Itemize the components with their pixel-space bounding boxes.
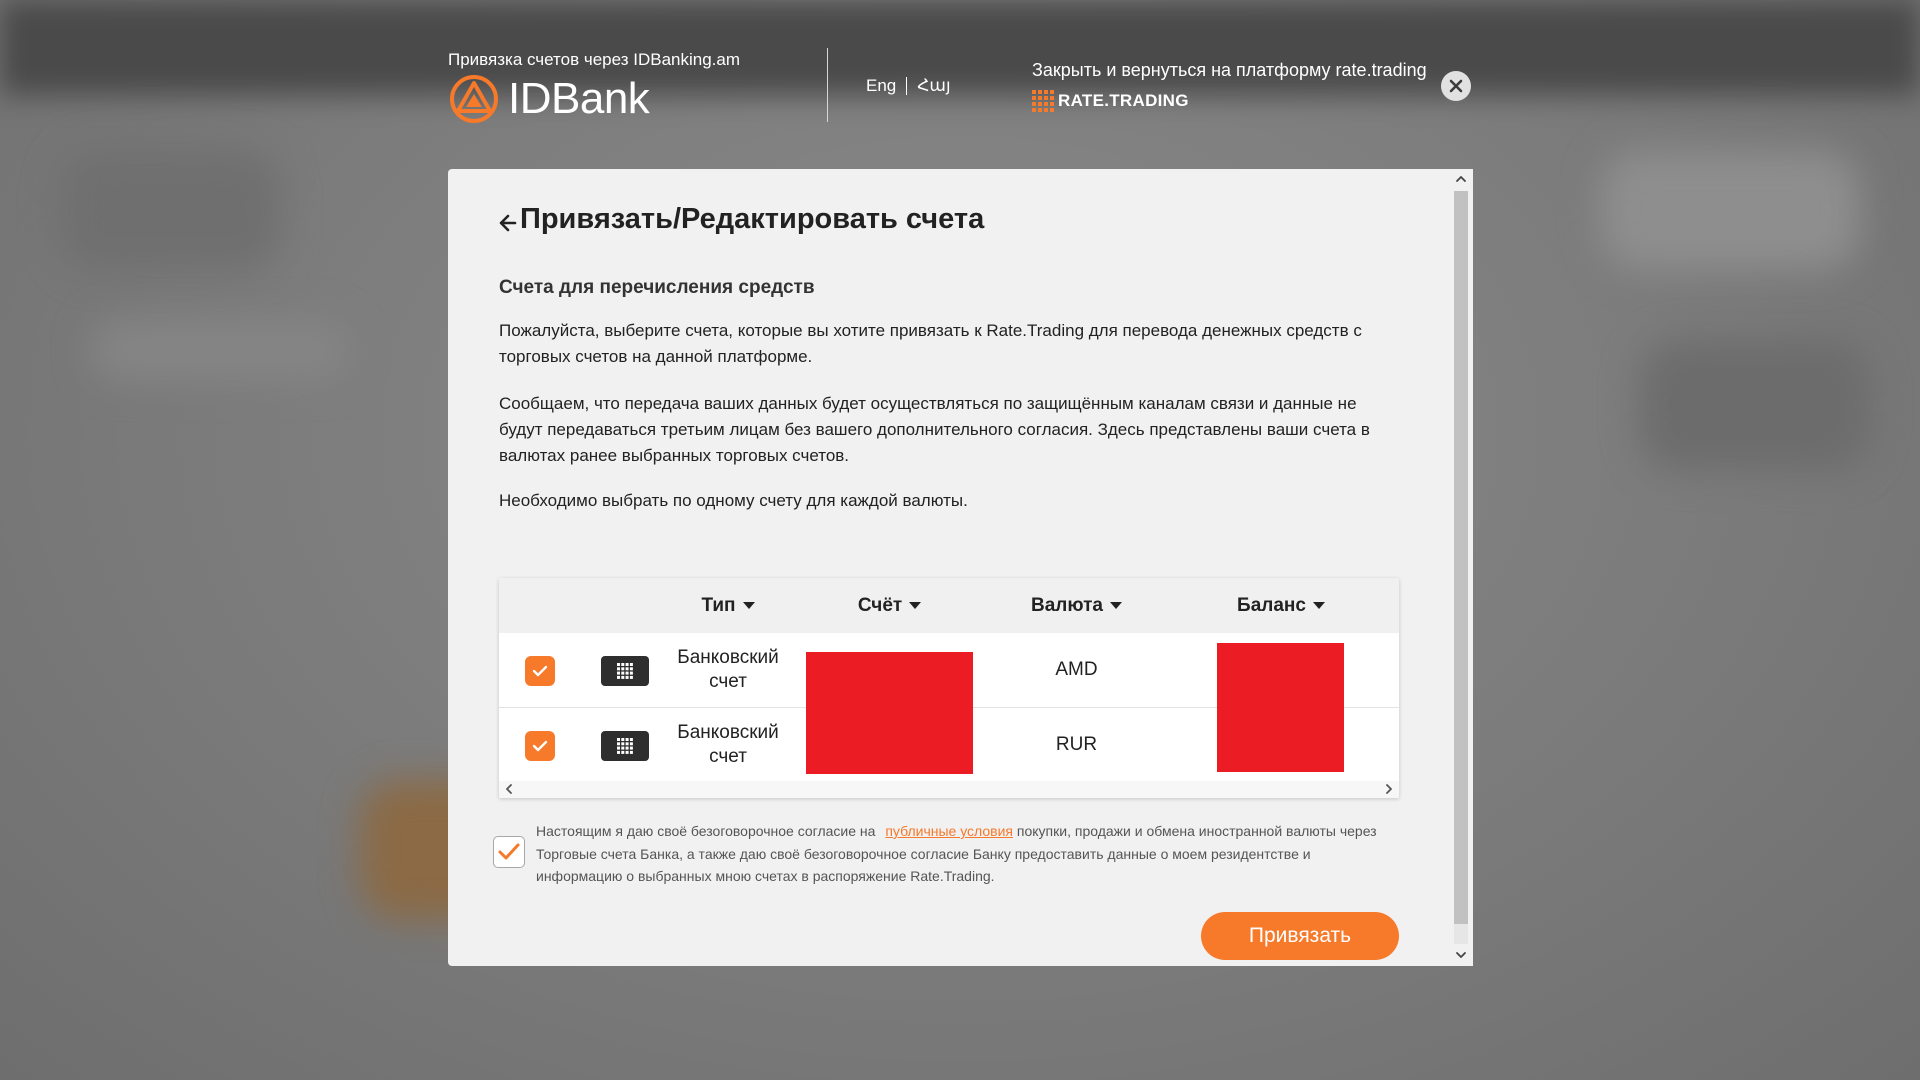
grid-dots-icon (617, 738, 633, 754)
idbank-logo: IDBank (448, 74, 650, 124)
close-icon (1449, 79, 1463, 93)
close-button[interactable] (1441, 71, 1471, 101)
scrollbar-thumb[interactable] (1454, 191, 1468, 924)
lang-option-hy[interactable]: Հայ (917, 76, 950, 96)
caret-down-icon (909, 602, 922, 609)
page-title: Привязать/Редактировать счета (520, 203, 985, 235)
header-divider (827, 48, 828, 122)
account-type: Банковский счет (677, 722, 779, 767)
column-header-account[interactable]: Счёт (806, 578, 973, 633)
caret-down-icon (1312, 602, 1325, 609)
modal-content: Привязать/Редактировать счета Счета для … (448, 169, 1449, 966)
modal-vertical-scrollbar[interactable] (1449, 169, 1473, 966)
rate-trading-dots-icon (1032, 90, 1054, 112)
caret-down-icon (1109, 602, 1122, 609)
column-header-label: Тип (701, 594, 736, 616)
checkmark-icon (498, 843, 520, 860)
column-header-label: Счёт (857, 594, 903, 616)
background-shape (60, 150, 280, 270)
bank-card-icon (601, 731, 649, 761)
accounts-table: Тип Счёт Валюта Баланс Банковский счет A… (499, 578, 1399, 798)
account-currency: AMD (1055, 659, 1098, 680)
checkmark-icon (532, 665, 548, 677)
lang-option-en[interactable]: Eng (866, 76, 896, 96)
section-title: Счета для перечисления средств (499, 277, 815, 298)
rate-trading-logo-text: RATE.TRADING (1058, 91, 1189, 110)
column-header-label: Валюта (1031, 594, 1103, 616)
column-header-label: Баланс (1237, 594, 1306, 616)
table-horizontal-scrollbar[interactable] (499, 781, 1399, 798)
caret-down-icon (742, 602, 755, 609)
public-terms-link[interactable]: публичные условия (885, 823, 1013, 839)
redacted-balances (1217, 643, 1344, 772)
intro-paragraph: Пожалуйста, выберите счета, которые вы х… (499, 321, 1362, 366)
idbank-logo-text: IDBank (508, 74, 650, 123)
background-shape (1640, 340, 1870, 470)
chevron-left-icon[interactable] (504, 784, 514, 794)
chevron-down-icon[interactable] (1455, 950, 1467, 960)
chevron-right-icon[interactable] (1384, 784, 1394, 794)
row-checkbox[interactable] (525, 656, 555, 686)
link-accounts-modal: Привязать/Редактировать счета Счета для … (448, 169, 1473, 966)
row-checkbox[interactable] (525, 731, 555, 761)
consent-text-before: Настоящим я даю своё безоговорочное согл… (536, 823, 876, 839)
header-subtitle: Привязка счетов через IDBanking.am (448, 50, 740, 69)
consent-checkbox[interactable] (493, 836, 525, 868)
link-accounts-button[interactable]: Привязать (1201, 912, 1399, 960)
rate-trading-logo: RATE.TRADING (1032, 90, 1189, 112)
instruction-paragraph: Необходимо выбрать по одному счету для к… (499, 491, 968, 510)
grid-dots-icon (617, 663, 633, 679)
security-paragraph: Сообщаем, что передача ваших данных буде… (499, 394, 1370, 465)
checkmark-icon (532, 740, 548, 752)
redacted-account-numbers (806, 652, 973, 774)
arrow-left-icon[interactable] (498, 211, 518, 235)
bank-card-icon (601, 656, 649, 686)
account-type: Банковский счет (677, 647, 779, 692)
overlay-header: Привязка счетов через IDBanking.am IDBan… (0, 0, 1920, 140)
account-currency: RUR (1055, 734, 1098, 755)
column-header-currency[interactable]: Валюта (979, 578, 1174, 633)
consent-text: Настоящим я даю своё безоговорочное согл… (536, 820, 1386, 888)
column-header-type[interactable]: Тип (663, 578, 793, 633)
language-switcher: Eng Հայ (866, 76, 951, 96)
lang-separator (906, 77, 908, 95)
column-header-balance[interactable]: Баланс (1196, 578, 1366, 633)
idbank-logo-icon (450, 75, 498, 123)
background-shape (90, 320, 350, 380)
table-header: Тип Счёт Валюта Баланс (499, 578, 1399, 633)
close-return-text[interactable]: Закрыть и вернуться на платформу rate.tr… (1032, 60, 1427, 81)
background-shape (1600, 150, 1860, 270)
chevron-up-icon[interactable] (1455, 174, 1467, 184)
